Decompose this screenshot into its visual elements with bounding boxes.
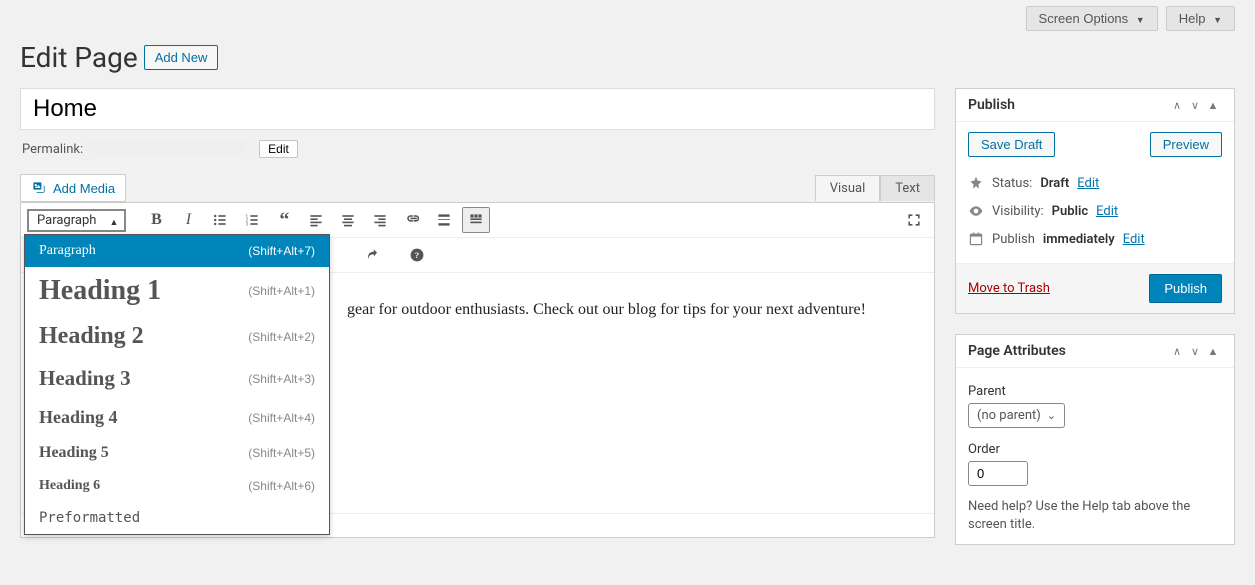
align-center-button[interactable] <box>334 207 362 233</box>
order-input[interactable] <box>968 461 1028 486</box>
format-dropdown[interactable]: Paragraph(Shift+Alt+7)Heading 1(Shift+Al… <box>24 234 330 535</box>
numbered-list-button[interactable]: 123 <box>238 207 266 233</box>
bullet-list-button[interactable] <box>206 207 234 233</box>
move-up-icon[interactable]: ∧ <box>1168 99 1186 112</box>
svg-text:?: ? <box>415 250 419 260</box>
link-button[interactable] <box>398 207 426 233</box>
page-title: Edit Page <box>20 41 138 74</box>
attributes-help-text: Need help? Use the Help tab above the sc… <box>968 498 1222 534</box>
format-option[interactable]: Heading 1(Shift+Alt+1) <box>25 267 329 315</box>
page-attributes-metabox: Page Attributes ∧ ∨ ▲ Parent (no parent)… <box>955 334 1235 545</box>
parent-select[interactable]: (no parent) ⌄ <box>968 403 1065 428</box>
status-edit-link[interactable]: Edit <box>1077 176 1099 191</box>
tab-visual[interactable]: Visual <box>815 175 881 201</box>
add-new-button[interactable]: Add New <box>144 45 219 70</box>
help-icon-button[interactable]: ? <box>403 242 431 268</box>
calendar-icon <box>968 231 984 247</box>
toggle-panel-icon[interactable]: ▲ <box>1204 99 1222 112</box>
caret-up-icon: ▲ <box>110 217 119 228</box>
format-option[interactable]: Heading 4(Shift+Alt+4) <box>25 399 329 436</box>
align-right-button[interactable] <box>366 207 394 233</box>
tab-text[interactable]: Text <box>880 175 935 201</box>
save-draft-button[interactable]: Save Draft <box>968 132 1055 157</box>
toggle-panel-icon[interactable]: ▲ <box>1204 345 1222 358</box>
post-title-input[interactable] <box>20 88 935 130</box>
bold-button[interactable]: B <box>142 207 170 233</box>
media-icon <box>31 180 47 196</box>
screen-options-button[interactable]: Screen Options ▼ <box>1026 6 1158 31</box>
move-down-icon[interactable]: ∨ <box>1186 99 1204 112</box>
visibility-icon <box>968 203 984 219</box>
format-option[interactable]: Heading 5(Shift+Alt+5) <box>25 436 329 470</box>
align-left-button[interactable] <box>302 207 330 233</box>
order-label: Order <box>968 442 1222 457</box>
preview-button[interactable]: Preview <box>1150 132 1222 157</box>
visibility-edit-link[interactable]: Edit <box>1096 204 1118 219</box>
format-option[interactable]: Heading 2(Shift+Alt+2) <box>25 315 329 358</box>
svg-text:3: 3 <box>246 223 249 228</box>
help-button[interactable]: Help ▼ <box>1166 6 1235 31</box>
move-to-trash-link[interactable]: Move to Trash <box>968 281 1050 296</box>
publish-metabox: Publish ∧ ∨ ▲ Save Draft Preview Status:… <box>955 88 1235 314</box>
format-select[interactable]: Paragraph ▲ <box>27 209 126 232</box>
format-option[interactable]: Preformatted <box>25 502 329 534</box>
fullscreen-button[interactable] <box>900 207 928 233</box>
caret-down-icon: ▼ <box>1213 15 1222 25</box>
schedule-edit-link[interactable]: Edit <box>1123 232 1145 247</box>
publish-button[interactable]: Publish <box>1149 274 1222 303</box>
permalink-edit-button[interactable]: Edit <box>259 140 298 158</box>
format-option[interactable]: Heading 6(Shift+Alt+6) <box>25 470 329 502</box>
toolbar-toggle-button[interactable] <box>462 207 490 233</box>
italic-button[interactable]: I <box>174 207 202 233</box>
move-up-icon[interactable]: ∧ <box>1168 345 1186 358</box>
attributes-title: Page Attributes <box>968 343 1168 359</box>
caret-down-icon: ▼ <box>1136 15 1145 25</box>
read-more-button[interactable] <box>430 207 458 233</box>
add-media-button[interactable]: Add Media <box>20 174 126 202</box>
pin-icon <box>968 175 984 191</box>
permalink-label: Permalink: <box>22 142 83 157</box>
blockquote-button[interactable]: “ <box>270 207 298 233</box>
format-option[interactable]: Paragraph(Shift+Alt+7) <box>25 235 329 267</box>
parent-label: Parent <box>968 384 1222 399</box>
permalink-url <box>87 142 247 156</box>
publish-title: Publish <box>968 97 1168 113</box>
move-down-icon[interactable]: ∨ <box>1186 345 1204 358</box>
chevron-down-icon: ⌄ <box>1047 409 1056 422</box>
format-option[interactable]: Heading 3(Shift+Alt+3) <box>25 358 329 399</box>
redo-button[interactable] <box>359 242 387 268</box>
